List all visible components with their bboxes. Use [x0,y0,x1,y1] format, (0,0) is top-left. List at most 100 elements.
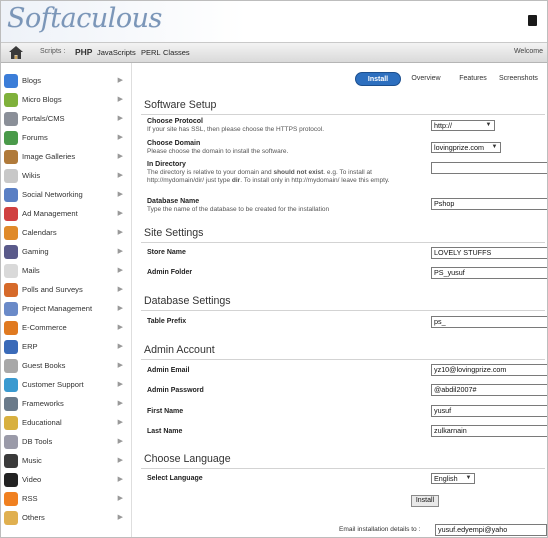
social-icon [4,188,18,202]
chevron-right-icon: ▶ [117,495,123,502]
tab-screenshots[interactable]: Screenshots [499,72,547,86]
main-panel: Install Overview Features Screenshots So… [133,63,547,537]
toplink-javascripts[interactable]: JavaScripts [97,48,136,57]
sidebar-item-label: Gaming [22,247,49,256]
last-name-input[interactable]: zulkarnain [431,425,547,437]
sidebar-item-label: DB Tools [22,437,53,446]
section-database-settings: Database Settings [144,295,231,307]
admin-email-input[interactable]: yz10@lovingprize.com [431,364,547,376]
chevron-right-icon: ▶ [117,77,123,84]
tab-features[interactable]: Features [452,72,494,86]
directory-input[interactable] [431,162,547,174]
home-icon[interactable] [8,45,24,61]
sidebar-item-guest-books[interactable]: Guest Books ▶ [1,357,132,376]
sidebar-item-label: Calendars [22,228,57,237]
sidebar-item-rss[interactable]: RSS ▶ [1,490,132,509]
sidebar-item-micro-blogs[interactable]: Micro Blogs ▶ [1,91,132,110]
scripts-label: Scripts : [40,48,66,55]
first-name-label: First Name [147,408,184,415]
sidebar-item-label: Guest Books [22,361,66,370]
sidebar-item-others[interactable]: Others ▶ [1,509,132,528]
chevron-right-icon: ▶ [117,153,123,160]
first-name-input[interactable]: yusuf [431,405,547,417]
sidebar-item-label: Blogs [22,76,41,85]
calendar-icon [4,226,18,240]
tab-install[interactable]: Install [355,72,401,86]
divider [141,310,545,311]
domain-desc: Please choose the domain to install the … [147,148,289,155]
admin-folder-label: Admin Folder [147,269,193,276]
cart-icon [4,321,18,335]
db-name-desc: Type the name of the database to be crea… [147,206,330,213]
rss-icon [4,492,18,506]
user-menu-icon[interactable] [528,15,537,26]
sidebar-item-blogs[interactable]: Blogs ▶ [1,72,132,91]
sidebar-item-video[interactable]: Video ▶ [1,471,132,490]
poll-icon [4,283,18,297]
chevron-right-icon: ▶ [117,400,123,407]
video-icon [4,473,18,487]
toplink-classes[interactable]: Classes [163,48,190,57]
sidebar-item-calendars[interactable]: Calendars ▶ [1,224,132,243]
toplink-perl[interactable]: PERL [141,48,161,57]
database-icon [4,435,18,449]
sidebar-item-gaming[interactable]: Gaming ▶ [1,243,132,262]
protocol-select[interactable]: http:// ▼ [431,120,495,131]
admin-password-input[interactable]: @abdil2007# [431,384,547,396]
chevron-right-icon: ▶ [117,514,123,521]
chevron-right-icon: ▶ [117,324,123,331]
sidebar-item-label: ERP [22,342,38,351]
toplink-php[interactable]: PHP [75,47,92,57]
portal-icon [4,112,18,126]
sidebar-item-polls-and-surveys[interactable]: Polls and Surveys ▶ [1,281,132,300]
sidebar-item-erp[interactable]: ERP ▶ [1,338,132,357]
language-select[interactable]: English ▼ [431,473,475,484]
admin-folder-input[interactable]: PS_yusuf [431,267,547,279]
sidebar-item-project-management[interactable]: Project Management ▶ [1,300,132,319]
sidebar-item-db-tools[interactable]: DB Tools ▶ [1,433,132,452]
tab-overview[interactable]: Overview [406,72,446,86]
divider [141,114,545,115]
sidebar-item-image-galleries[interactable]: Image Galleries ▶ [1,148,132,167]
header: Softaculous [1,1,547,42]
sidebar-item-label: RSS [22,494,38,503]
sidebar-item-educational[interactable]: Educational ▶ [1,414,132,433]
store-name-input[interactable]: LOVELY STUFFS [431,247,547,259]
ad-icon [4,207,18,221]
sidebar-item-forums[interactable]: Forums ▶ [1,129,132,148]
divider [141,468,545,469]
chevron-down-icon: ▼ [465,475,472,481]
table-prefix-input[interactable]: ps_ [431,316,547,328]
chevron-right-icon: ▶ [117,229,123,236]
sidebar-item-social-networking[interactable]: Social Networking ▶ [1,186,132,205]
sidebar-item-music[interactable]: Music ▶ [1,452,132,471]
sidebar-item-label: Mails [22,266,40,275]
sidebar-item-label: Wikis [22,171,41,180]
sidebar-item-e-commerce[interactable]: E-Commerce ▶ [1,319,132,338]
chevron-right-icon: ▶ [117,419,123,426]
domain-select[interactable]: lovingprize.com ▼ [431,142,501,153]
gamepad-icon [4,245,18,259]
language-value: English [434,474,458,483]
sidebar-item-frameworks[interactable]: Frameworks ▶ [1,395,132,414]
language-label: Select Language [147,475,203,482]
email-details-label: Email installation details to : [339,526,421,533]
sidebar-item-wikis[interactable]: Wikis ▶ [1,167,132,186]
store-name-label: Store Name [147,249,186,256]
sidebar-item-label: Social Networking [22,190,83,199]
sidebar-item-mails[interactable]: Mails ▶ [1,262,132,281]
install-button[interactable]: Install [411,495,439,507]
music-icon [4,454,18,468]
wiki-icon [4,169,18,183]
chevron-down-icon: ▼ [485,122,492,128]
sidebar-item-label: Forums [22,133,48,142]
sidebar-item-ad-management[interactable]: Ad Management ▶ [1,205,132,224]
sidebar-item-portals-cms[interactable]: Portals/CMS ▶ [1,110,132,129]
db-name-input[interactable]: Pshop [431,198,547,210]
directory-desc-d: dir [231,177,241,184]
email-details-input[interactable]: yusuf.edyempi@yaho [435,524,547,536]
education-icon [4,416,18,430]
sidebar-item-customer-support[interactable]: Customer Support ▶ [1,376,132,395]
section-choose-language: Choose Language [144,453,231,465]
directory-desc-a: The directory is relative to your domain… [147,169,274,176]
